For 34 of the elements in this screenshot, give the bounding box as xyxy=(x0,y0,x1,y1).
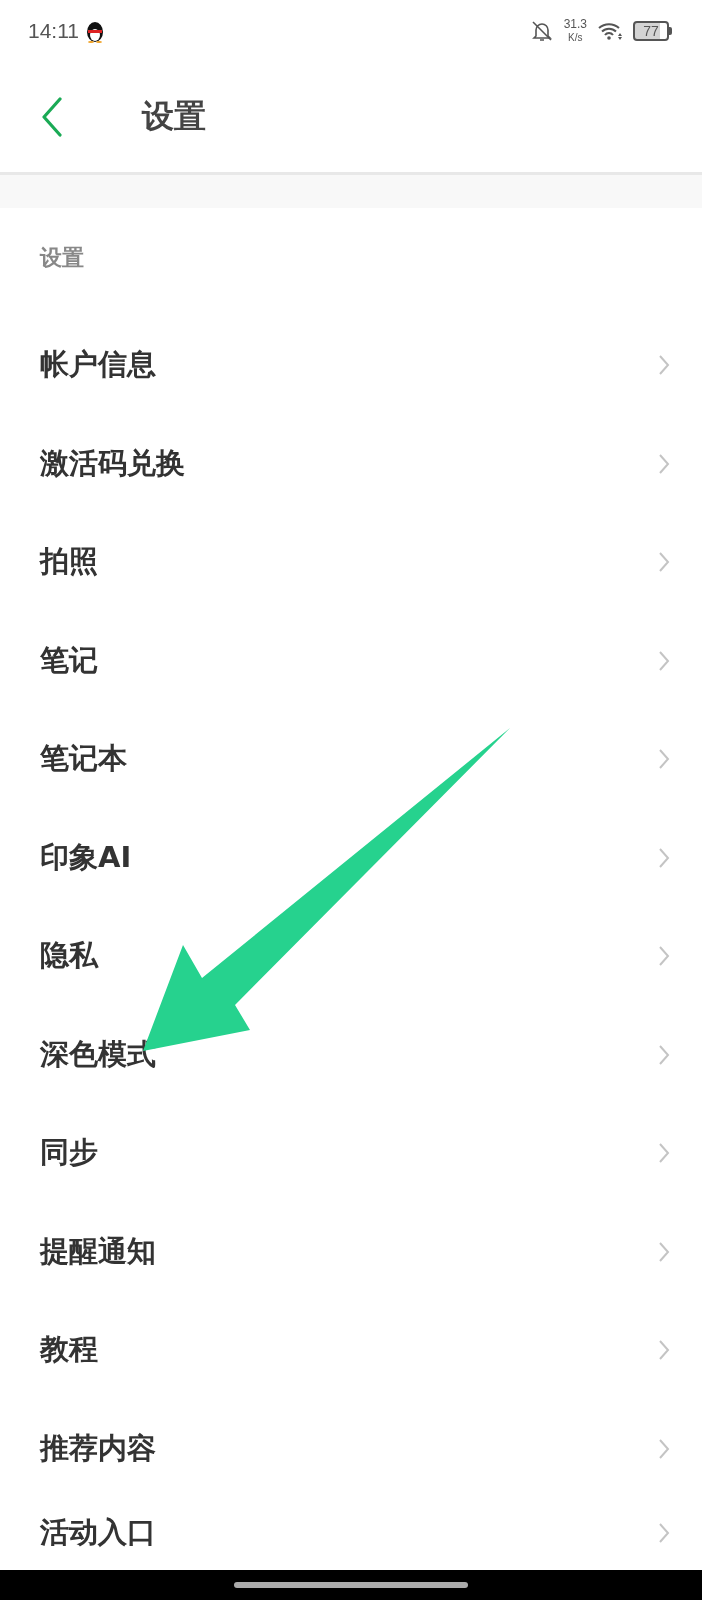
chevron-right-icon xyxy=(658,1142,670,1165)
settings-item[interactable]: 推荐内容 xyxy=(0,1399,702,1498)
chevron-right-icon xyxy=(658,1240,670,1263)
settings-item[interactable]: 拍照 xyxy=(0,513,702,612)
chevron-right-icon xyxy=(658,551,670,574)
chevron-right-icon xyxy=(658,1043,670,1066)
network-speed: 31.3 xyxy=(563,18,587,31)
settings-item[interactable]: 同步 xyxy=(0,1104,702,1203)
chevron-right-icon xyxy=(658,1522,670,1544)
status-time: 14:11 xyxy=(28,19,79,43)
settings-item[interactable]: 提醒通知 xyxy=(0,1202,702,1301)
section-label: 设置 xyxy=(40,246,84,270)
battery-level: 77 xyxy=(633,21,669,41)
chevron-right-icon xyxy=(658,452,670,475)
page-title: 设置 xyxy=(142,96,206,137)
settings-item[interactable]: 隐私 xyxy=(0,907,702,1006)
app-notification-icon xyxy=(85,19,105,43)
chevron-right-icon xyxy=(658,945,670,968)
wifi-icon xyxy=(597,21,623,41)
settings-item[interactable]: 印象AI xyxy=(0,808,702,907)
settings-item[interactable]: 活动入口 xyxy=(0,1498,702,1568)
chevron-right-icon xyxy=(658,1437,670,1460)
bell-muted-icon xyxy=(529,19,554,43)
settings-item[interactable]: 教程 xyxy=(0,1301,702,1400)
chevron-right-icon xyxy=(658,846,670,869)
settings-item[interactable]: 笔记 xyxy=(0,611,702,710)
network-speed-unit: K/s xyxy=(568,31,583,44)
chevron-right-icon xyxy=(658,1339,670,1362)
chevron-right-icon xyxy=(658,748,670,771)
chevron-right-icon xyxy=(658,354,670,377)
settings-item[interactable]: 笔记本 xyxy=(0,710,702,809)
settings-item[interactable]: 激活码兑换 xyxy=(0,414,702,513)
chevron-right-icon xyxy=(658,649,670,672)
settings-item[interactable]: 帐户信息 xyxy=(0,316,702,415)
